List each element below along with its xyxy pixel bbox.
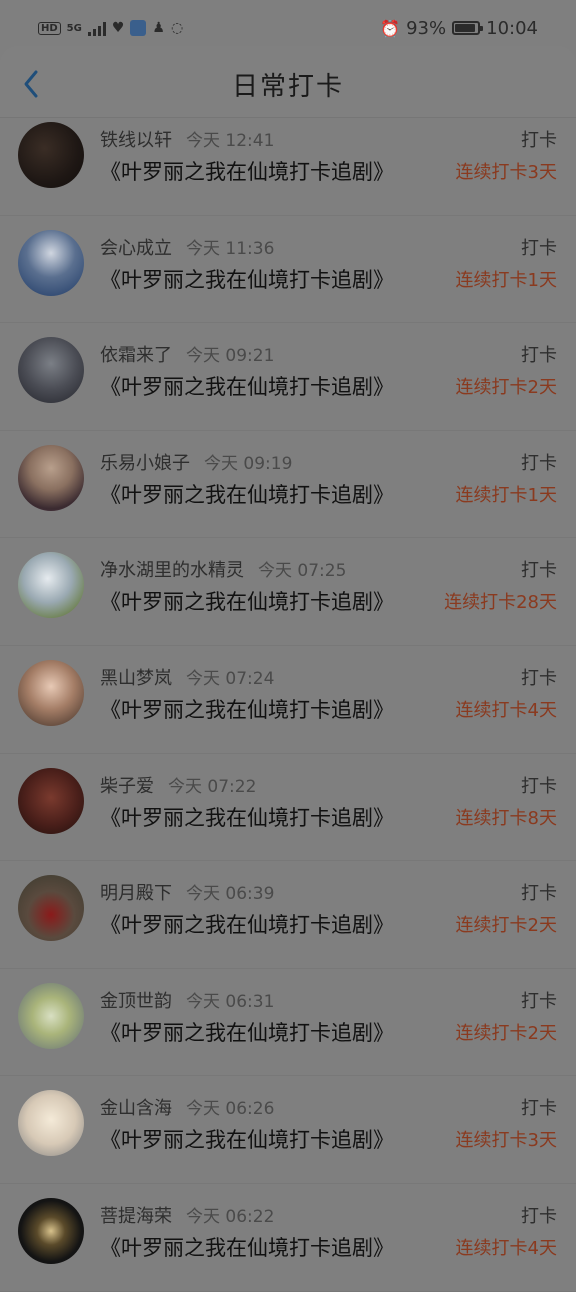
alarm-icon: ⏰ — [380, 18, 401, 38]
avatar[interactable] — [18, 1090, 84, 1157]
avatar[interactable] — [18, 767, 84, 834]
post-time: 今天 11:36 — [186, 238, 275, 259]
avatar[interactable] — [18, 122, 84, 188]
streak-badge: 连续打卡3天 — [455, 1130, 557, 1152]
checkin-label: 打卡 — [521, 345, 557, 367]
user-name[interactable]: 金顶世韵 — [100, 991, 172, 1012]
avatar[interactable] — [18, 659, 84, 726]
checkin-label: 打卡 — [521, 667, 557, 689]
drama-title[interactable]: 《叶罗丽之我在仙境打卡追剧》 — [100, 909, 394, 939]
user-name[interactable]: 净水湖里的水精灵 — [100, 560, 244, 581]
user-name[interactable]: 铁线以轩 — [100, 130, 172, 151]
streak-badge: 连续打卡2天 — [455, 1022, 557, 1044]
network-type: 5G — [66, 22, 82, 34]
user-name[interactable]: 乐易小娘子 — [100, 453, 190, 474]
wechat-icon: ◌ — [170, 20, 184, 36]
post-time: 今天 07:24 — [186, 668, 275, 689]
checkin-label: 打卡 — [521, 990, 557, 1012]
streak-badge: 连续打卡8天 — [455, 807, 557, 829]
streak-badge: 连续打卡3天 — [455, 162, 557, 183]
avatar[interactable] — [18, 982, 84, 1049]
battery-icon — [452, 21, 484, 35]
post-time: 今天 06:31 — [186, 991, 275, 1012]
post-time: 今天 07:25 — [258, 561, 347, 582]
drama-title[interactable]: 《叶罗丽之我在仙境打卡追剧》 — [100, 694, 394, 724]
user-name[interactable]: 金山含海 — [100, 1098, 172, 1119]
drama-title[interactable]: 《叶罗丽之我在仙境打卡追剧》 — [100, 479, 394, 509]
streak-badge: 连续打卡2天 — [455, 377, 557, 399]
avatar[interactable] — [18, 444, 84, 511]
post-time: 今天 12:41 — [186, 131, 275, 151]
post-time: 今天 06:39 — [186, 884, 275, 905]
post-time: 今天 06:22 — [186, 1206, 275, 1227]
hd-icon: HD — [38, 21, 61, 35]
list-item[interactable]: 金山含海 今天 06:26 《叶罗丽之我在仙境打卡追剧》 打卡 连续打卡3天 — [0, 1076, 576, 1184]
list-item[interactable]: 柴子爱 今天 07:22 《叶罗丽之我在仙境打卡追剧》 打卡 连续打卡8天 — [0, 754, 576, 862]
drama-title[interactable]: 《叶罗丽之我在仙境打卡追剧》 — [100, 1017, 394, 1047]
list-item[interactable]: 菩提海荣 今天 06:22 《叶罗丽之我在仙境打卡追剧》 打卡 连续打卡4天 — [0, 1184, 576, 1292]
list-item[interactable]: 铁线以轩 今天 12:41 《叶罗丽之我在仙境打卡追剧》 打卡 连续打卡3天 — [0, 108, 576, 216]
post-time: 今天 09:21 — [186, 346, 275, 367]
drama-title[interactable]: 《叶罗丽之我在仙境打卡追剧》 — [100, 1124, 394, 1154]
streak-badge: 连续打卡1天 — [455, 269, 557, 291]
list-item[interactable]: 乐易小娘子 今天 09:19 《叶罗丽之我在仙境打卡追剧》 打卡 连续打卡1天 — [0, 431, 576, 539]
list-item[interactable]: 明月殿下 今天 06:39 《叶罗丽之我在仙境打卡追剧》 打卡 连续打卡2天 — [0, 861, 576, 969]
list-item[interactable]: 依霜来了 今天 09:21 《叶罗丽之我在仙境打卡追剧》 打卡 连续打卡2天 — [0, 323, 576, 431]
user-name[interactable]: 依霜来了 — [100, 345, 172, 366]
list-item[interactable]: 会心成立 今天 11:36 《叶罗丽之我在仙境打卡追剧》 打卡 连续打卡1天 — [0, 216, 576, 324]
avatar[interactable] — [18, 875, 84, 942]
drama-title[interactable]: 《叶罗丽之我在仙境打卡追剧》 — [100, 1232, 394, 1262]
checkin-label: 打卡 — [521, 1205, 557, 1227]
checkin-list: 铁线以轩 今天 12:41 《叶罗丽之我在仙境打卡追剧》 打卡 连续打卡3天 会心… — [0, 120, 576, 1292]
drama-title[interactable]: 《叶罗丽之我在仙境打卡追剧》 — [100, 264, 394, 294]
drama-title[interactable]: 《叶罗丽之我在仙境打卡追剧》 — [100, 156, 394, 186]
checkin-label: 打卡 — [521, 560, 557, 582]
signal-icon — [87, 20, 106, 36]
checkin-label: 打卡 — [521, 775, 557, 797]
user-name[interactable]: 菩提海荣 — [100, 1206, 172, 1227]
post-time: 今天 07:22 — [168, 776, 257, 797]
streak-badge: 连续打卡2天 — [455, 915, 557, 937]
avatar[interactable] — [18, 1197, 84, 1264]
status-bar-left: HD 5G ♥ ♟ ◌ — [38, 20, 183, 36]
vowifi-icon: ♥ — [111, 20, 125, 36]
drama-title[interactable]: 《叶罗丽之我在仙境打卡追剧》 — [100, 371, 394, 401]
checkin-label: 打卡 — [521, 130, 557, 151]
streak-badge: 连续打卡4天 — [455, 1237, 557, 1259]
checkin-label: 打卡 — [521, 452, 557, 474]
avatar[interactable] — [18, 229, 84, 296]
post-time: 今天 06:26 — [186, 1099, 275, 1120]
list-item[interactable]: 金顶世韵 今天 06:31 《叶罗丽之我在仙境打卡追剧》 打卡 连续打卡2天 — [0, 969, 576, 1077]
list-item[interactable]: 黑山梦岚 今天 07:24 《叶罗丽之我在仙境打卡追剧》 打卡 连续打卡4天 — [0, 646, 576, 754]
avatar[interactable] — [18, 552, 84, 619]
drama-title[interactable]: 《叶罗丽之我在仙境打卡追剧》 — [100, 586, 394, 616]
checkin-label: 打卡 — [521, 237, 557, 259]
avatar[interactable] — [18, 337, 84, 404]
user-name[interactable]: 黑山梦岚 — [100, 668, 172, 689]
streak-badge: 连续打卡4天 — [455, 699, 557, 721]
user-name[interactable]: 会心成立 — [100, 238, 172, 259]
post-time: 今天 09:19 — [204, 453, 293, 474]
status-bar-right: ⏰ 93% 10:04 — [380, 18, 538, 39]
user-name[interactable]: 明月殿下 — [100, 883, 172, 904]
user-name[interactable]: 柴子爱 — [100, 776, 154, 797]
page-title: 日常打卡 — [231, 72, 344, 102]
clock: 10:04 — [486, 17, 538, 39]
streak-badge: 连续打卡1天 — [455, 484, 557, 506]
app-notification-icon — [130, 20, 147, 36]
list-item[interactable]: 净水湖里的水精灵 今天 07:25 《叶罗丽之我在仙境打卡追剧》 打卡 连续打卡2… — [0, 538, 576, 646]
qq-icon: ♟ — [152, 20, 165, 36]
checkin-label: 打卡 — [521, 1098, 557, 1120]
checkin-label: 打卡 — [521, 883, 557, 905]
streak-badge: 连续打卡28天 — [444, 592, 557, 614]
drama-title[interactable]: 《叶罗丽之我在仙境打卡追剧》 — [100, 802, 394, 832]
battery-percentage: 93% — [406, 17, 447, 39]
